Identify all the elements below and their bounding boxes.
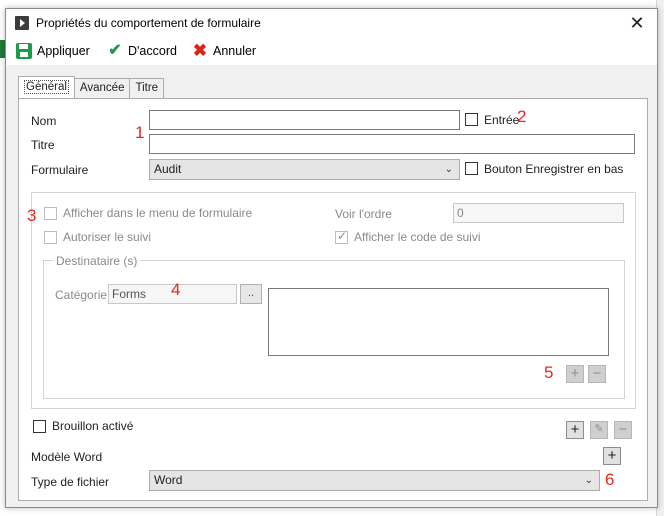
afficher-menu-checkbox[interactable] (44, 207, 57, 220)
chevron-down-icon: ⌄ (584, 475, 593, 486)
apply-button[interactable]: Appliquer (16, 41, 90, 61)
annotation-6: 6 (605, 470, 615, 489)
minus-icon: − (592, 365, 602, 382)
general-panel: Nom Entrée 1 2 Titre Formulaire Audit ⌄ … (18, 98, 648, 501)
pencil-icon: ✎ (594, 423, 604, 435)
tab-titre[interactable]: Titre (129, 78, 165, 98)
dialog-window: Propriétés du comportement de formulaire… (5, 8, 658, 508)
annotation-5: 5 (544, 363, 554, 382)
destinataire-list[interactable] (268, 288, 609, 356)
checkmark-icon: ✔ (108, 42, 122, 59)
close-button[interactable]: ✕ (627, 13, 647, 33)
autoriser-suivi-label: Autoriser le suivi (63, 230, 152, 244)
tab-general[interactable]: Général (18, 76, 75, 98)
title-bar: Propriétés du comportement de formulaire… (6, 9, 657, 37)
categorie-label: Catégorie (55, 288, 108, 302)
voir-ordre-label: Voir l'ordre (335, 207, 392, 221)
cross-icon: ✖ (192, 41, 208, 60)
bottom-remove-button[interactable]: − (614, 421, 632, 439)
plus-icon: + (570, 421, 580, 438)
ok-label: D'accord (128, 44, 177, 58)
bottom-add-button[interactable]: + (566, 421, 584, 439)
window-title: Propriétés du comportement de formulaire (36, 16, 261, 30)
nom-input[interactable] (149, 110, 460, 130)
bottom-edit-button[interactable]: ✎ (590, 421, 608, 439)
bouton-enregistrer-checkbox[interactable] (465, 162, 478, 175)
afficher-code-label: Afficher le code de suivi (354, 230, 481, 244)
cancel-button[interactable]: ✖ Annuler (192, 41, 256, 61)
apply-label: Appliquer (37, 44, 90, 58)
brouillon-checkbox[interactable] (33, 420, 46, 433)
entree-label: Entrée (484, 113, 520, 127)
entree-checkbox[interactable] (465, 113, 478, 126)
destinataire-remove-button[interactable]: − (588, 365, 606, 383)
plus-icon: + (607, 447, 617, 464)
toolbar: Appliquer ✔ D'accord ✖ Annuler (6, 37, 657, 65)
brouillon-label: Brouillon activé (52, 419, 134, 433)
bouton-enregistrer-label: Bouton Enregistrer en bas (484, 162, 624, 176)
annotation-3: 3 (27, 206, 37, 225)
ok-button[interactable]: ✔ D'accord (107, 41, 177, 61)
destinataire-legend: Destinataire (s) (53, 254, 141, 268)
formulaire-label: Formulaire (31, 163, 89, 177)
afficher-code-checkbox[interactable] (335, 229, 348, 244)
formulaire-select[interactable]: Audit ⌄ (149, 159, 460, 180)
tab-general-label: Général (24, 80, 69, 94)
type-fichier-label: Type de fichier (31, 475, 110, 489)
type-fichier-value: Word (154, 473, 183, 487)
save-icon (16, 43, 32, 59)
annotation-1: 1 (135, 123, 145, 142)
tab-avancee[interactable]: Avancée (73, 78, 131, 98)
categorie-browse-button[interactable]: .. (240, 284, 262, 304)
chevron-down-icon: ⌄ (444, 164, 453, 175)
minus-icon: − (618, 421, 628, 438)
tab-strip: Général Avancée Titre (18, 76, 165, 99)
formulaire-value: Audit (154, 162, 182, 176)
titre-label: Titre (31, 138, 55, 152)
annotation-4: 4 (171, 280, 181, 299)
nom-label: Nom (31, 114, 57, 128)
type-fichier-select[interactable]: Word ⌄ (149, 470, 600, 491)
cancel-label: Annuler (213, 44, 257, 58)
modele-word-add-button[interactable]: + (603, 447, 621, 465)
voir-ordre-input[interactable]: 0 (453, 203, 624, 223)
app-icon (15, 16, 29, 30)
titre-input[interactable] (149, 134, 635, 154)
modele-word-label: Modèle Word (31, 450, 103, 464)
annotation-2: 2 (517, 107, 527, 126)
destinataire-add-button[interactable]: + (566, 365, 584, 383)
afficher-menu-label: Afficher dans le menu de formulaire (63, 206, 253, 220)
plus-icon: + (570, 365, 580, 382)
autoriser-suivi-checkbox[interactable] (44, 231, 57, 244)
